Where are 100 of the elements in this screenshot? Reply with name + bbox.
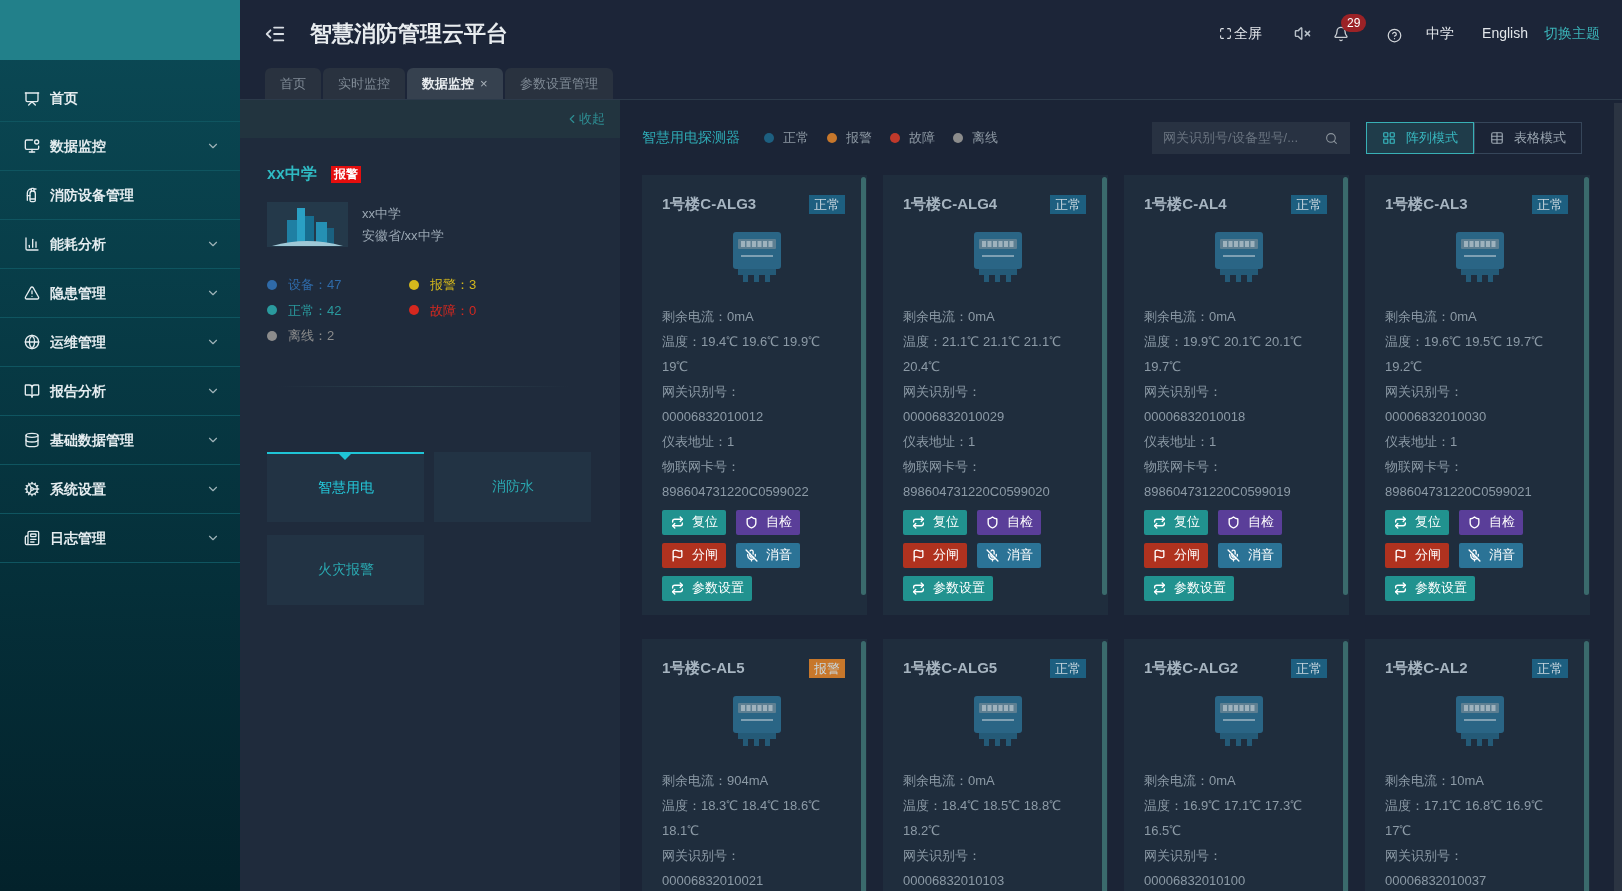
mute-icon xyxy=(986,548,999,562)
view-toggle[interactable]: 表格模式 xyxy=(1474,121,1582,154)
action-button[interactable]: 复位 xyxy=(1144,509,1208,535)
flag-icon xyxy=(671,548,684,562)
status-tag: 正常 xyxy=(1050,194,1086,214)
device-name: 1号楼C-AL3 xyxy=(1385,194,1468,214)
fullscreen-button[interactable]: 全屏 xyxy=(1219,23,1263,44)
action-button[interactable]: 自检 xyxy=(977,509,1041,535)
device-field: 网关识别号： xyxy=(1144,378,1326,404)
tab[interactable]: 首页 xyxy=(265,68,321,99)
device-field: 00006832010100 xyxy=(1144,867,1326,891)
action-button[interactable]: 消音 xyxy=(736,542,800,568)
action-button[interactable]: 参数设置 xyxy=(662,575,752,601)
device-field: 网关识别号： xyxy=(1385,378,1567,404)
action-button[interactable]: 复位 xyxy=(662,509,726,535)
device-field: 温度：17.1℃ 16.8℃ 16.9℃ 17℃ xyxy=(1385,792,1567,843)
device-field: 898604731220C0599021 xyxy=(1385,478,1567,504)
close-icon[interactable]: × xyxy=(480,73,488,94)
action-button[interactable]: 分闸 xyxy=(903,542,967,568)
search-field[interactable]: 网关识别号/设备型号/... xyxy=(1152,121,1350,154)
pointer-icon xyxy=(337,451,353,460)
shield-icon xyxy=(745,515,758,529)
device-field: 仪表地址：1 xyxy=(903,428,1085,454)
globe-icon xyxy=(24,334,40,350)
device-field: 剩余电流：0mA xyxy=(1144,303,1326,329)
database-icon xyxy=(24,432,40,448)
site-info: xx中学 xyxy=(362,204,402,223)
action-button[interactable]: 自检 xyxy=(736,509,800,535)
action-button[interactable]: 自检 xyxy=(1459,509,1523,535)
action-button[interactable]: 参数设置 xyxy=(903,575,993,601)
device-field: 网关识别号： xyxy=(903,378,1085,404)
device-name: 1号楼C-AL5 xyxy=(662,658,745,678)
meter-icon xyxy=(972,231,1023,284)
action-button[interactable]: 自检 xyxy=(1218,509,1282,535)
system-tile[interactable]: 消防水 xyxy=(434,451,591,522)
device-field: 物联网卡号： xyxy=(1144,453,1326,479)
device-field: 网关识别号： xyxy=(903,842,1085,868)
action-button[interactable]: 消音 xyxy=(1459,542,1523,568)
stat-label: 正常：42 xyxy=(288,301,342,320)
system-tile[interactable]: 智慧用电 xyxy=(267,451,424,522)
action-button[interactable]: 参数设置 xyxy=(1385,575,1475,601)
status-tag: 正常 xyxy=(1532,658,1568,678)
gears-icon xyxy=(24,481,40,497)
device-field: 00006832010012 xyxy=(662,403,844,429)
device-field: 网关识别号： xyxy=(1385,842,1567,868)
device-field: 898604731220C0599019 xyxy=(1144,478,1326,504)
device-field: 温度：16.9℃ 17.1℃ 17.3℃ 16.5℃ xyxy=(1144,792,1326,843)
action-button[interactable]: 分闸 xyxy=(1385,542,1449,568)
device-name: 1号楼C-ALG2 xyxy=(1144,658,1239,678)
mute-icon[interactable] xyxy=(1294,25,1312,42)
action-button[interactable]: 复位 xyxy=(903,509,967,535)
action-button[interactable]: 复位 xyxy=(1385,509,1449,535)
flag-icon xyxy=(912,548,925,562)
collapse-button[interactable]: 收起 xyxy=(565,109,605,129)
action-button[interactable]: 分闸 xyxy=(662,542,726,568)
action-button[interactable]: 消音 xyxy=(1218,542,1282,568)
status-tag: 正常 xyxy=(809,194,845,214)
device-field: 剩余电流：904mA xyxy=(662,767,844,793)
device-name: 1号楼C-AL2 xyxy=(1385,658,1468,678)
repeat-icon xyxy=(671,515,684,529)
status-tag: 正常 xyxy=(1291,658,1327,678)
theme-link[interactable]: 切换主题 xyxy=(1544,23,1600,44)
device-field: 物联网卡号： xyxy=(662,453,844,479)
view-toggle[interactable]: 阵列模式 xyxy=(1366,121,1474,154)
stat-label: 离线：2 xyxy=(288,327,335,345)
device-name: 1号楼C-ALG4 xyxy=(903,194,998,214)
action-button[interactable]: 参数设置 xyxy=(1144,575,1234,601)
device-field: 仪表地址：1 xyxy=(662,428,844,454)
tab[interactable]: 参数设置管理 xyxy=(504,68,613,99)
device-field: 物联网卡号： xyxy=(1385,453,1567,479)
meter-icon xyxy=(1213,695,1264,748)
meter-icon xyxy=(731,231,782,284)
notification-badge: 29 xyxy=(1341,13,1367,32)
mute-icon xyxy=(1468,548,1481,562)
stat-label: 故障：0 xyxy=(430,301,477,320)
tab[interactable]: 实时监控 xyxy=(323,68,405,99)
tab[interactable]: 数据监控 × xyxy=(407,68,503,99)
action-button[interactable]: 消音 xyxy=(977,542,1041,568)
meter-icon xyxy=(1454,695,1505,748)
meter-icon xyxy=(1213,231,1264,284)
status-tag: 正常 xyxy=(1532,194,1568,214)
system-tile[interactable]: 火灾报警 xyxy=(267,534,424,605)
device-field: 剩余电流：0mA xyxy=(903,303,1085,329)
action-button[interactable]: 分闸 xyxy=(1144,542,1208,568)
device-field: 剩余电流：0mA xyxy=(662,303,844,329)
bell-icon[interactable] xyxy=(1333,25,1350,42)
device-field: 00006832010021 xyxy=(662,867,844,891)
help-icon[interactable] xyxy=(1387,28,1403,43)
meter-icon xyxy=(1454,231,1505,284)
school-label[interactable]: 中学 xyxy=(1426,23,1455,44)
legend-label: 故障 xyxy=(909,128,935,147)
language-link[interactable]: English xyxy=(1482,23,1528,44)
site-name: xx中学 xyxy=(267,164,317,184)
device-field: 网关识别号： xyxy=(1144,842,1326,868)
device-field: 00006832010103 xyxy=(903,867,1085,891)
search-icon xyxy=(1325,131,1338,145)
device-field: 剩余电流：0mA xyxy=(1144,767,1326,793)
repeat-icon xyxy=(1153,515,1166,529)
device-field: 00006832010030 xyxy=(1385,403,1567,429)
mute-icon xyxy=(745,548,758,562)
